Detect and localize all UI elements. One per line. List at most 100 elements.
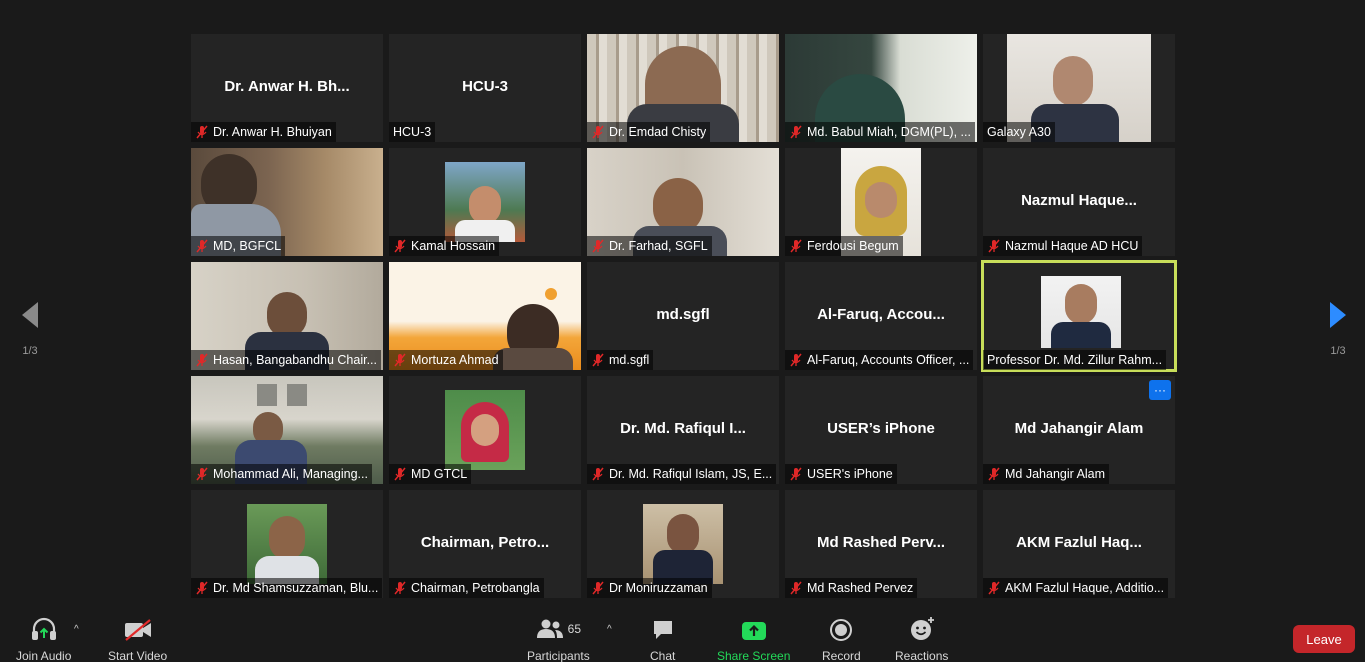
video-tile[interactable]: Nazmul Haque... Nazmul Haque AD HCU <box>983 148 1175 256</box>
participants-button[interactable]: 65 Participants <box>527 616 590 662</box>
participant-name: MD GTCL <box>411 467 468 481</box>
participant-name: Dr Moniruzzaman <box>609 581 708 595</box>
name-label: HCU-3 <box>389 122 436 142</box>
mic-muted-icon <box>394 239 406 253</box>
page-indicator-left: 1/3 <box>22 345 38 357</box>
mic-muted-icon <box>592 467 604 481</box>
record-label: Record <box>822 649 861 662</box>
mic-muted-icon <box>988 581 1000 595</box>
name-label: Dr Moniruzzaman <box>587 578 712 598</box>
next-page-button[interactable]: 1/3 <box>1318 300 1358 357</box>
chat-icon <box>653 621 672 639</box>
video-tile[interactable]: Dr. Md Shamsuzzaman, Blu... <box>191 490 383 598</box>
video-tile[interactable]: Dr. Emdad Chisty <box>587 34 779 142</box>
participant-big-name: USER’s iPhone <box>827 420 935 437</box>
video-tile[interactable]: Chairman, Petro... Chairman, Petrobangla <box>389 490 581 598</box>
participant-name: Dr. Emdad Chisty <box>609 125 707 139</box>
name-label: AKM Fazlul Haque, Additio... <box>983 578 1169 598</box>
participant-video <box>445 390 525 470</box>
video-tile[interactable]: Dr. Farhad, SGFL <box>587 148 779 256</box>
name-label: USER's iPhone <box>785 464 897 484</box>
video-tile[interactable]: ··· Md Jahangir Alam Md Jahangir Alam <box>983 376 1175 484</box>
video-tile[interactable]: Al-Faruq, Accou... Al-Faruq, Accounts Of… <box>785 262 977 370</box>
mic-muted-icon <box>394 581 406 595</box>
name-label: Chairman, Petrobangla <box>389 578 544 598</box>
mic-muted-icon <box>790 125 802 139</box>
prev-page-button[interactable]: 1/3 <box>10 300 50 357</box>
participant-big-name: HCU-3 <box>462 78 508 95</box>
audio-options-caret-icon[interactable]: ^ <box>74 624 79 635</box>
name-label: Mortuza Ahmad <box>389 350 503 370</box>
active-speaker-tile[interactable]: Professor Dr. Md. Zillur Rahm... <box>981 260 1177 372</box>
mic-muted-icon <box>592 239 604 253</box>
participant-name: Dr. Md. Rafiqul Islam, JS, E... <box>609 467 773 481</box>
participant-name: Dr. Anwar H. Bhuiyan <box>213 125 332 139</box>
reactions-button[interactable]: Reactions <box>895 616 948 662</box>
video-tile[interactable]: HCU-3 HCU-3 <box>389 34 581 142</box>
participant-name: Md Rashed Pervez <box>807 581 914 595</box>
name-label: MD, BGFCL <box>191 236 286 256</box>
participant-big-name: Chairman, Petro... <box>420 534 550 551</box>
video-tile[interactable]: Galaxy A30 <box>983 34 1175 142</box>
start-video-button[interactable]: Start Video <box>108 616 167 662</box>
participant-video <box>445 162 525 242</box>
participant-name: USER's iPhone <box>807 467 893 481</box>
video-tile[interactable]: Mohammad Ali, Managing... <box>191 376 383 484</box>
name-label: Md. Babul Miah, DGM(PL), ... <box>785 122 975 142</box>
participant-name: Dr. Md Shamsuzzaman, Blu... <box>213 581 379 595</box>
participant-name: Kamal Hossain <box>411 239 496 253</box>
participants-options-caret-icon[interactable]: ^ <box>607 624 612 635</box>
video-tile[interactable]: Md. Babul Miah, DGM(PL), ... <box>785 34 977 142</box>
video-tile[interactable]: Kamal Hossain <box>389 148 581 256</box>
mic-muted-icon <box>196 467 208 481</box>
video-tile[interactable]: Mortuza Ahmad <box>389 262 581 370</box>
participant-big-name: md.sgfl <box>656 306 710 323</box>
name-label: Dr. Md. Rafiqul Islam, JS, E... <box>587 464 777 484</box>
name-label: Professor Dr. Md. Zillur Rahm... <box>983 350 1167 370</box>
video-tile[interactable]: Hasan, Bangabandhu Chair... <box>191 262 383 370</box>
more-options-button[interactable]: ··· <box>1149 380 1171 400</box>
mic-muted-icon <box>196 353 208 367</box>
record-button[interactable]: Record <box>822 616 861 662</box>
video-tile[interactable]: md.sgfl md.sgfl <box>587 262 779 370</box>
chat-button[interactable]: Chat <box>650 616 675 662</box>
name-label: Mohammad Ali, Managing... <box>191 464 372 484</box>
reactions-icon <box>910 617 934 640</box>
participants-icon <box>536 619 563 638</box>
video-tile[interactable]: Ferdousi Begum <box>785 148 977 256</box>
participant-name: Mohammad Ali, Managing... <box>213 467 368 481</box>
participant-big-name: Nazmul Haque... <box>1021 192 1137 209</box>
mic-muted-icon <box>592 353 604 367</box>
record-icon <box>830 619 853 641</box>
mic-muted-icon <box>196 125 208 139</box>
reactions-label: Reactions <box>895 649 949 662</box>
video-tile[interactable]: Dr. Md. Rafiqul I... Dr. Md. Rafiqul Isl… <box>587 376 779 484</box>
video-tile[interactable]: Dr Moniruzzaman <box>587 490 779 598</box>
participant-video <box>1041 276 1121 348</box>
name-label: MD GTCL <box>389 464 472 484</box>
mic-muted-icon <box>988 467 1000 481</box>
share-screen-button[interactable]: Share Screen <box>717 616 790 662</box>
participant-name: Hasan, Bangabandhu Chair... <box>213 353 378 367</box>
video-tile[interactable]: Dr. Anwar H. Bh... Dr. Anwar H. Bhuiyan <box>191 34 383 142</box>
participant-big-name: Md Jahangir Alam <box>1014 420 1144 437</box>
leave-button[interactable]: Leave <box>1293 625 1355 653</box>
video-tile[interactable]: AKM Fazlul Haq... AKM Fazlul Haque, Addi… <box>983 490 1175 598</box>
participant-big-name: Al-Faruq, Accou... <box>817 306 945 323</box>
video-tile[interactable]: USER’s iPhone USER's iPhone <box>785 376 977 484</box>
page-indicator-right: 1/3 <box>1330 345 1346 357</box>
chat-label: Chat <box>650 649 676 662</box>
mic-muted-icon <box>790 353 802 367</box>
headphones-icon <box>31 617 56 640</box>
mic-muted-icon <box>988 239 1000 253</box>
name-label: Galaxy A30 <box>983 122 1055 142</box>
chevron-right-icon <box>1330 302 1346 328</box>
mic-muted-icon <box>790 467 802 481</box>
join-audio-button[interactable]: Join Audio <box>16 616 71 662</box>
video-tile[interactable]: MD GTCL <box>389 376 581 484</box>
mic-muted-icon <box>394 467 406 481</box>
video-tile[interactable]: Md Rashed Perv... Md Rashed Pervez <box>785 490 977 598</box>
participant-name: Ferdousi Begum <box>807 239 899 253</box>
video-tile[interactable]: MD, BGFCL <box>191 148 383 256</box>
name-label: Kamal Hossain <box>389 236 500 256</box>
